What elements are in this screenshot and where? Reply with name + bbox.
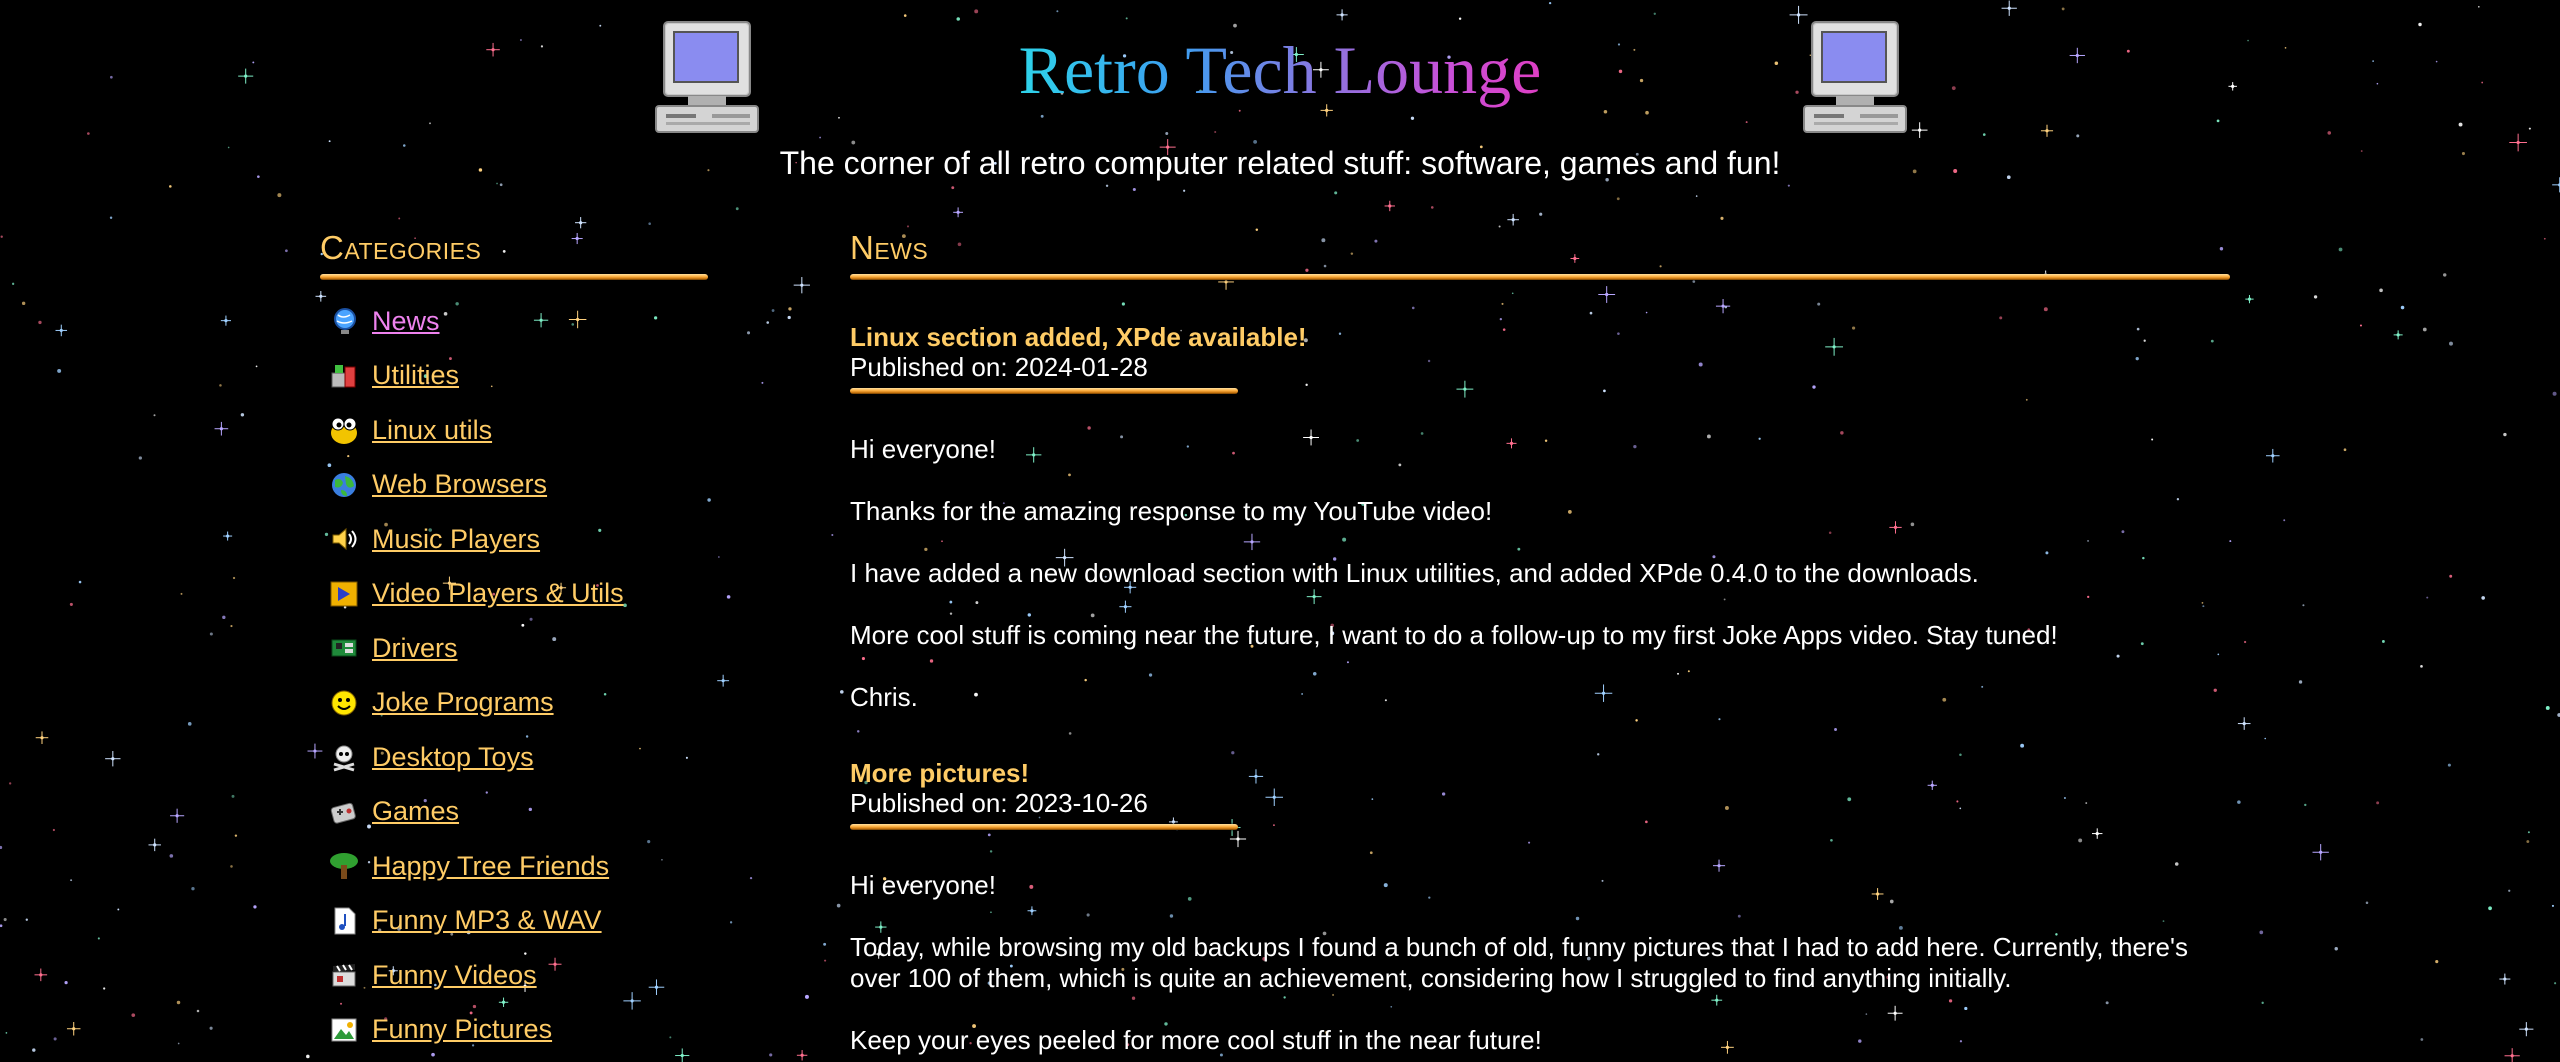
- category-link-utilities[interactable]: Utilities: [372, 360, 459, 391]
- category-link-news[interactable]: News: [372, 306, 440, 337]
- post-paragraph: Keep your eyes peeled for more cool stuf…: [850, 1025, 1542, 1055]
- post-paragraph: Thanks for the amazing response to my Yo…: [850, 496, 1493, 526]
- category-link-linux-utils[interactable]: Linux utils: [372, 415, 492, 446]
- site-tagline: The corner of all retro computer related…: [779, 145, 1781, 181]
- category-item-utilities[interactable]: Utilities: [320, 349, 710, 404]
- categories-heading: Categories: [320, 229, 482, 266]
- category-item-happy-tree-friends[interactable]: Happy Tree Friends: [320, 839, 710, 894]
- music-note-icon: [328, 905, 360, 937]
- category-link-happy-tree-friends[interactable]: Happy Tree Friends: [372, 851, 609, 882]
- post-body: Hi everyone! Today, while browsing my ol…: [850, 870, 2230, 1056]
- earth-icon: [328, 469, 360, 501]
- news-post: Linux section added, XPde available! Pub…: [850, 322, 2230, 713]
- categories-sidebar: Categories News Utilities Linux utils We…: [320, 228, 710, 1057]
- tux-icon: [328, 414, 360, 446]
- picture-icon: [328, 1014, 360, 1046]
- post-paragraph: Hi everyone!: [850, 870, 996, 900]
- category-link-drivers[interactable]: Drivers: [372, 633, 458, 664]
- site-header: Retro Tech Lounge The corner of all retr…: [0, 0, 2560, 200]
- heading-divider: [850, 274, 2230, 280]
- post-paragraph: Today, while browsing my old backups I f…: [850, 932, 2188, 993]
- site-title: Retro Tech Lounge: [1018, 32, 1542, 108]
- speaker-icon: [328, 523, 360, 555]
- category-item-desktop-toys[interactable]: Desktop Toys: [320, 730, 710, 785]
- category-link-funny-pictures[interactable]: Funny Pictures: [372, 1014, 552, 1045]
- skull-icon: [328, 741, 360, 773]
- post-paragraph: Chris.: [850, 682, 918, 712]
- page: Retro Tech Lounge The corner of all retr…: [0, 0, 2560, 1062]
- category-item-linux-utils[interactable]: Linux utils: [320, 403, 710, 458]
- news-heading: News: [850, 229, 929, 266]
- category-link-web-browsers[interactable]: Web Browsers: [372, 469, 547, 500]
- clapper-icon: [328, 959, 360, 991]
- post-title: More pictures!: [850, 758, 1030, 788]
- post-title: Linux section added, XPde available!: [850, 322, 1307, 352]
- title-wrap: Retro Tech Lounge: [0, 30, 2560, 110]
- category-item-drivers[interactable]: Drivers: [320, 621, 710, 676]
- post-divider: [850, 388, 1238, 394]
- category-item-joke-programs[interactable]: Joke Programs: [320, 676, 710, 731]
- category-link-games[interactable]: Games: [372, 796, 459, 827]
- category-item-video-players[interactable]: Video Players & Utils: [320, 567, 710, 622]
- category-item-funny-pictures[interactable]: Funny Pictures: [320, 1003, 710, 1058]
- category-link-joke-programs[interactable]: Joke Programs: [372, 687, 554, 718]
- category-link-music-players[interactable]: Music Players: [372, 524, 540, 555]
- news-post: More pictures! Published on: 2023-10-26 …: [850, 758, 2230, 1056]
- smiley-icon: [328, 687, 360, 719]
- category-item-web-browsers[interactable]: Web Browsers: [320, 458, 710, 513]
- category-link-desktop-toys[interactable]: Desktop Toys: [372, 742, 534, 773]
- category-item-games[interactable]: Games: [320, 785, 710, 840]
- category-link-funny-videos[interactable]: Funny Videos: [372, 960, 537, 991]
- post-date: Published on: 2023-10-26: [850, 788, 1148, 818]
- chip-icon: [328, 632, 360, 664]
- post-date: Published on: 2024-01-28: [850, 352, 1148, 382]
- category-item-news[interactable]: News: [320, 294, 710, 349]
- category-item-funny-mp3-wav[interactable]: Funny MP3 & WAV: [320, 894, 710, 949]
- category-item-music-players[interactable]: Music Players: [320, 512, 710, 567]
- post-body: Hi everyone! Thanks for the amazing resp…: [850, 434, 2230, 713]
- post-paragraph: I have added a new download section with…: [850, 558, 1979, 588]
- category-link-video-players[interactable]: Video Players & Utils: [372, 578, 624, 609]
- category-item-funny-videos[interactable]: Funny Videos: [320, 948, 710, 1003]
- heading-divider: [320, 274, 708, 280]
- news-section: News Linux section added, XPde available…: [850, 228, 2230, 1055]
- retro-computer-icon: [1800, 18, 1910, 138]
- post-divider: [850, 824, 1238, 830]
- tools-icon: [328, 360, 360, 392]
- post-paragraph: Hi everyone!: [850, 434, 996, 464]
- category-link-funny-mp3-wav[interactable]: Funny MP3 & WAV: [372, 905, 602, 936]
- gamepad-icon: [328, 796, 360, 828]
- tree-icon: [328, 850, 360, 882]
- category-list: News Utilities Linux utils Web Browsers: [320, 294, 710, 1057]
- globe-icon: [328, 305, 360, 337]
- play-icon: [328, 578, 360, 610]
- post-paragraph: More cool stuff is coming near the futur…: [850, 620, 2058, 650]
